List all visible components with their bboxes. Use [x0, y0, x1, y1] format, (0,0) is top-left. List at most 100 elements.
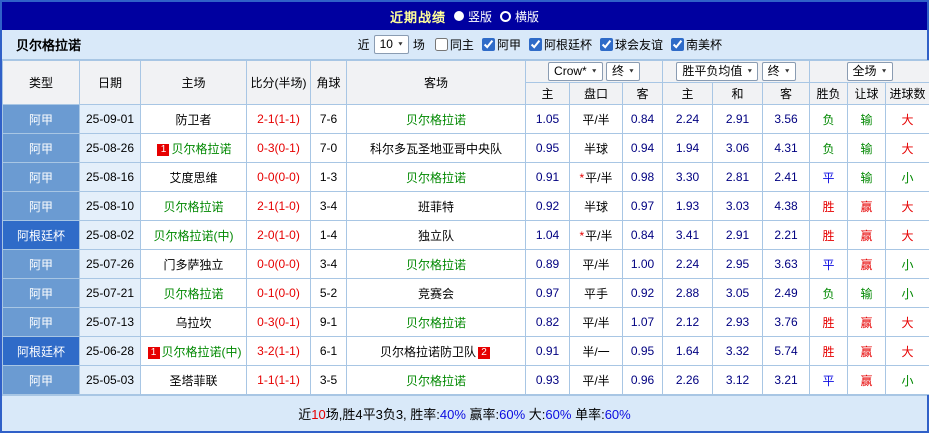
match-row: 阿根廷杯 25-08-02 贝尔格拉诺(中) 2-0(1-0) 1-4 独立队 1.04 *平…	[2, 220, 929, 250]
euro-home-odds: 2.24	[662, 104, 713, 134]
asian-away-odds: 1.07	[622, 307, 663, 337]
checkbox-input[interactable]	[481, 38, 495, 51]
match-date: 25-08-16	[79, 162, 141, 192]
league-type: 阿甲	[2, 191, 80, 221]
corner-score: 9-1	[310, 307, 347, 337]
result-goals-total: 大	[885, 133, 929, 163]
team-text: 贝尔格拉诺	[171, 141, 232, 156]
result-handicap-cover: 输	[847, 133, 887, 163]
layout-option-vertical[interactable]: 竖版	[453, 8, 492, 25]
match-count-select[interactable]: 10 ▼	[373, 35, 409, 54]
home-team: 贝尔格拉诺	[140, 278, 247, 308]
match-score: 3-2(1-1)	[246, 336, 311, 366]
col-header-away: 客场	[346, 60, 526, 105]
euro-draw-odds: 2.95	[712, 249, 763, 279]
team-text: 班菲特	[417, 199, 454, 214]
euro-away-odds: 3.56	[761, 104, 811, 134]
checkbox-label: 球会友谊	[614, 38, 663, 52]
euro-away-odds: 2.49	[761, 278, 811, 308]
summary-segment: 近	[298, 407, 312, 422]
recent-results-window: 近期战绩 竖版 横版 贝尔格拉诺 近 10 ▼ 场 同主 阿甲 阿根廷杯 球会友谊 南美…	[0, 0, 929, 433]
results-table: 类型 日期 主场 比分(半场) 角球 客场 Crow* ▼ 终 ▼ 胜平负均值 ▼ 终…	[2, 60, 929, 395]
asian-home-odds: 1.04	[525, 220, 570, 250]
asian-handicap: 半球	[569, 133, 623, 163]
filter-checkbox[interactable]: 同主	[434, 36, 474, 53]
filter-checkbox[interactable]: 阿根廷杯	[528, 36, 592, 53]
filter-checkbox[interactable]: 南美杯	[670, 36, 722, 53]
match-score: 0-0(0-0)	[246, 162, 311, 192]
checkbox-label: 同主	[449, 38, 474, 52]
checkbox-input[interactable]	[434, 38, 448, 51]
asian-home-odds: 0.89	[525, 249, 570, 279]
team-text: 科尔多瓦圣地亚哥中央队	[369, 141, 502, 156]
match-score: 0-3(0-1)	[246, 307, 311, 337]
summary-segment: 10	[311, 407, 326, 422]
euro-away-odds: 2.21	[761, 220, 811, 250]
match-date: 25-08-26	[79, 133, 141, 163]
euro-away-odds: 4.38	[761, 191, 811, 221]
layout-option-horizontal[interactable]: 横版	[500, 8, 539, 25]
result-goals-total: 大	[885, 307, 929, 337]
result-outcome: 负	[809, 104, 849, 134]
sub-header-asian-handicap: 盘口	[569, 82, 623, 105]
euro-period-select[interactable]: 终 ▼	[761, 62, 796, 81]
checkbox-input[interactable]	[599, 38, 613, 51]
bookmaker-select[interactable]: Crow* ▼	[548, 62, 603, 81]
result-outcome: 平	[809, 365, 849, 395]
chevron-down-icon: ▼	[783, 68, 791, 75]
euro-home-odds: 2.88	[662, 278, 713, 308]
match-date: 25-07-13	[79, 307, 141, 337]
match-date: 25-07-21	[79, 278, 141, 308]
col-header-corner: 角球	[310, 60, 347, 105]
euro-draw-odds: 2.91	[712, 104, 763, 134]
league-type: 阿甲	[2, 249, 80, 279]
euro-away-odds: 3.21	[761, 365, 811, 395]
euro-home-odds: 2.24	[662, 249, 713, 279]
euro-draw-odds: 2.93	[712, 307, 763, 337]
euro-away-odds: 3.63	[761, 249, 811, 279]
match-row: 阿根廷杯 25-06-28 1 贝尔格拉诺(中) 3-2(1-1) 6-1 贝尔格拉诺防卫队…	[2, 336, 929, 366]
result-outcome: 胜	[809, 336, 849, 366]
euro-home-odds: 3.41	[662, 220, 713, 250]
home-team: 贝尔格拉诺(中)	[140, 220, 247, 250]
match-date: 25-08-10	[79, 191, 141, 221]
result-outcome: 负	[809, 133, 849, 163]
summary-segment: 赢率:	[465, 407, 500, 422]
summary-segment: 大:	[525, 407, 546, 422]
euro-average-select[interactable]: 胜平负均值 ▼	[676, 62, 759, 81]
home-team: 乌拉坎	[140, 307, 247, 337]
titlebar: 近期战绩 竖版 横版	[2, 2, 927, 30]
match-row: 阿甲 25-08-26 1 贝尔格拉诺 0-3(0-1) 7-0 科尔多瓦圣地亚哥中央队 0.…	[2, 133, 929, 163]
sub-header-asian-away: 客	[622, 82, 663, 105]
corner-score: 3-4	[310, 249, 347, 279]
asian-handicap: 平/半	[569, 104, 623, 134]
euro-home-odds: 1.64	[662, 336, 713, 366]
match-date: 25-07-26	[79, 249, 141, 279]
summary-segment: 40%	[439, 407, 466, 422]
fulltime-select[interactable]: 全场 ▼	[846, 62, 893, 81]
filter-checkbox[interactable]: 球会友谊	[599, 36, 663, 53]
checkbox-input[interactable]	[670, 38, 684, 51]
card-badge: 1	[147, 346, 160, 359]
team-text: 竞赛会	[417, 286, 454, 301]
team-text: 圣塔菲联	[169, 373, 218, 388]
summary-segment: 场,胜4平3负3, 胜率:	[325, 407, 440, 422]
result-outcome: 胜	[809, 191, 849, 221]
card-badge: 2	[478, 346, 490, 359]
asian-period-select[interactable]: 终 ▼	[606, 62, 640, 81]
result-goals-total: 小	[885, 162, 929, 192]
filter-checkbox[interactable]: 阿甲	[481, 36, 521, 53]
match-score: 0-3(0-1)	[246, 133, 311, 163]
euro-away-odds: 5.74	[761, 336, 811, 366]
away-team: 贝尔格拉诺	[346, 365, 526, 395]
checkbox-input[interactable]	[528, 38, 542, 51]
sub-header-euro-draw: 和	[712, 82, 763, 105]
corner-score: 1-4	[310, 220, 347, 250]
asian-odds-group-header: Crow* ▼ 终 ▼	[525, 60, 663, 83]
corner-score: 3-5	[310, 365, 347, 395]
team-text: 贝尔格拉诺	[405, 257, 466, 272]
result-outcome: 平	[809, 162, 849, 192]
match-score: 2-0(1-0)	[246, 220, 311, 250]
team-text: 贝尔格拉诺(中)	[153, 228, 234, 243]
euro-draw-odds: 3.12	[712, 365, 763, 395]
